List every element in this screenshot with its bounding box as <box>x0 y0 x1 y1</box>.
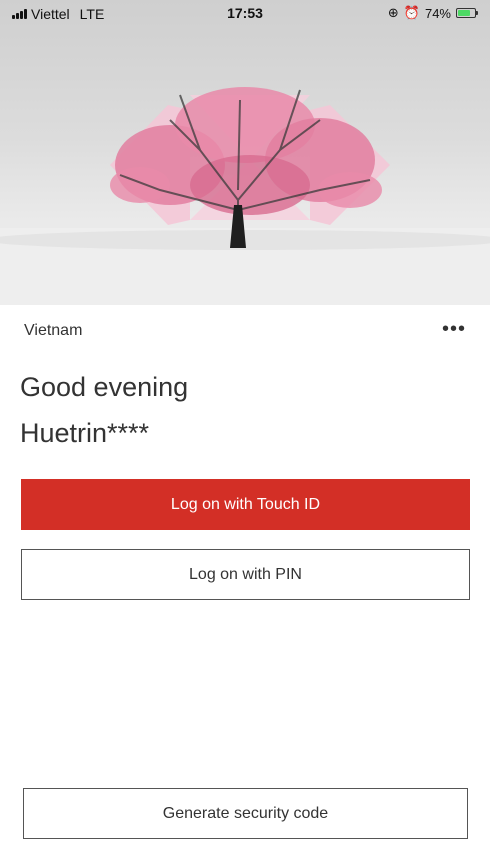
status-bar: Viettel LTE 17:53 ⊕ ⏰ 74% <box>0 0 490 28</box>
generate-security-code-button[interactable]: Generate security code <box>23 788 468 839</box>
touch-id-login-button[interactable]: Log on with Touch ID <box>21 479 470 530</box>
hero-image <box>0 0 490 305</box>
orientation-lock-icon: ⊕ <box>387 5 399 20</box>
alarm-icon: ⏰ <box>403 5 420 20</box>
more-dots-icon[interactable]: ••• <box>442 318 466 341</box>
status-right: ⊕ ⏰ 74% <box>387 5 478 21</box>
battery-percent: 74% <box>424 5 451 21</box>
battery-icon <box>456 8 478 18</box>
tree-illustration <box>0 87 490 305</box>
username-text: Huetrin**** <box>20 418 150 448</box>
region-label: Vietnam <box>24 322 83 339</box>
pin-login-button[interactable]: Log on with PIN <box>21 549 470 600</box>
region-row: Vietnam ••• <box>24 318 466 344</box>
greeting-text: Good evening <box>20 372 189 402</box>
